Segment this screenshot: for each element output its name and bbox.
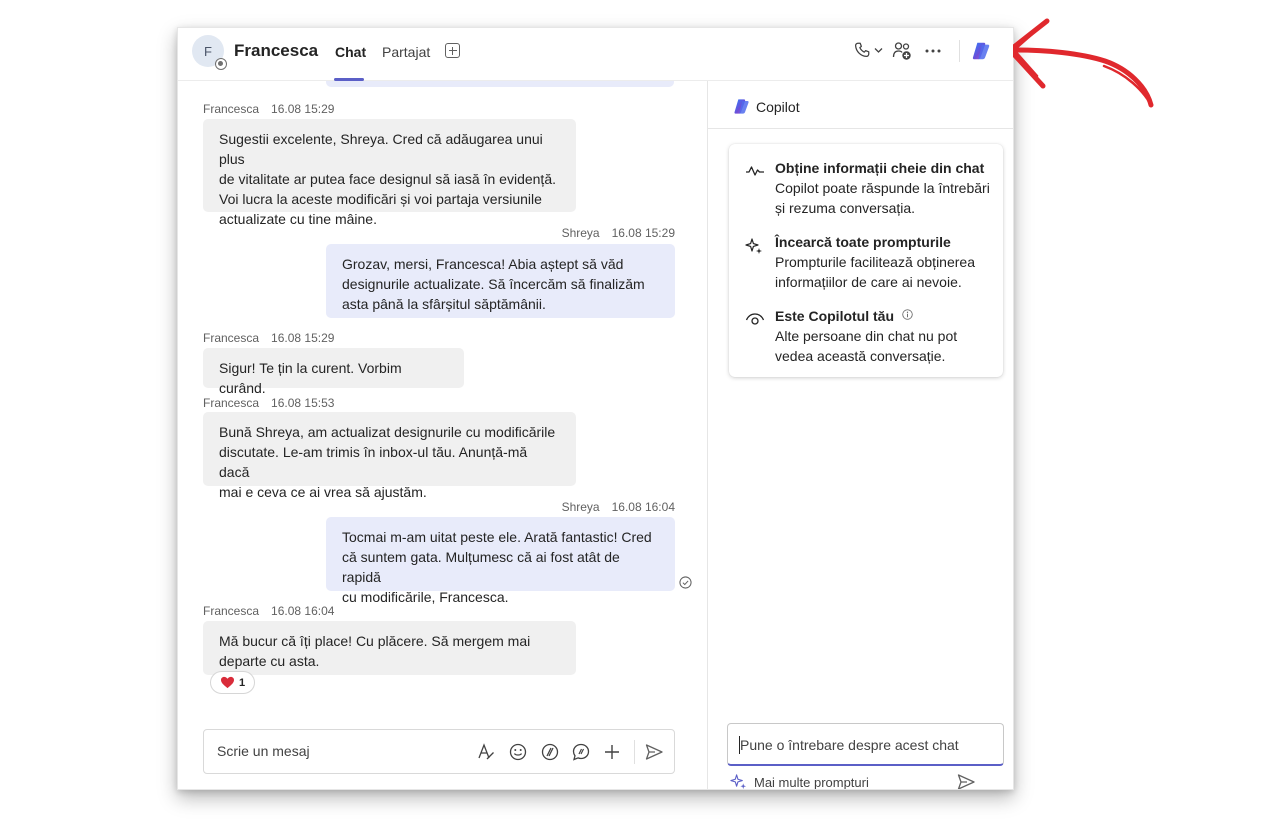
tab-chat[interactable]: Chat <box>335 44 366 60</box>
send-icon[interactable] <box>644 742 664 762</box>
message-time: 16.08 16:04 <box>271 604 335 618</box>
active-tab-indicator <box>334 78 364 81</box>
copilot-chat-icon[interactable] <box>571 742 591 762</box>
message-compose-box[interactable]: Scrie un mesaj <box>203 729 675 774</box>
message-time: 16.08 16:04 <box>611 500 675 514</box>
copilot-send-icon[interactable] <box>956 772 976 790</box>
message-bubble-incoming[interactable]: Mă bucur că îți place! Cu plăcere. Să me… <box>203 621 576 675</box>
format-icon[interactable] <box>476 742 496 762</box>
message-time: 16.08 15:29 <box>271 102 335 116</box>
teams-window: F Francesca Chat Partajat Francesca 16.0… <box>177 27 1014 790</box>
presence-status-icon <box>215 58 227 70</box>
copilot-input-placeholder: Pune o întrebare despre acest chat <box>740 737 959 753</box>
message-bubble-outgoing[interactable]: Tocmai m-am uitat peste ele. Arată fanta… <box>326 517 675 605</box>
reaction-badge[interactable]: 1 <box>210 671 255 694</box>
chevron-down-icon[interactable] <box>874 47 883 54</box>
more-prompts-button[interactable]: Mai multe prompturi <box>754 775 869 789</box>
contact-name[interactable]: Francesca <box>234 41 318 61</box>
message-meta: Shreya 16.08 16:04 <box>562 500 675 514</box>
message-time: 16.08 15:29 <box>611 226 675 240</box>
avatar-initial: F <box>204 43 212 59</box>
tab-shared[interactable]: Partajat <box>382 44 430 60</box>
message-bubble-incoming[interactable]: Bună Shreya, am actualizat designurile c… <box>203 412 576 500</box>
add-icon[interactable] <box>602 742 622 762</box>
reaction-count: 1 <box>238 676 246 689</box>
message-sender: Francesca <box>203 102 260 116</box>
feature-description: Prompturile facilitează obținerea inform… <box>775 254 975 290</box>
compose-divider <box>634 740 635 764</box>
message-time: 16.08 15:29 <box>271 331 335 345</box>
feature-description: Alte persoane din chat nu pot vedea acea… <box>775 328 958 364</box>
copilot-logo-icon <box>734 99 749 114</box>
message-meta: Francesca 16.08 16:04 <box>203 604 334 618</box>
message-time: 16.08 15:53 <box>271 396 335 410</box>
header-divider <box>959 40 960 62</box>
message-input[interactable]: Scrie un mesaj <box>217 743 310 759</box>
copilot-pane: Copilot Obține informații cheie din chat… <box>708 81 1013 790</box>
message-sender: Shreya <box>561 500 600 514</box>
read-receipt-icon <box>679 576 692 589</box>
heart-icon <box>220 676 234 689</box>
avatar[interactable]: F <box>192 35 227 70</box>
copilot-intro-card: Obține informații cheie din chat Copilot… <box>729 144 1003 377</box>
feature-title: Încearcă toate prompturile <box>775 234 951 250</box>
more-icon[interactable] <box>925 49 941 53</box>
annotation-arrow <box>1007 18 1154 108</box>
chat-pane: Francesca 16.08 15:29 Sugestii excelente,… <box>178 78 707 789</box>
eye-icon <box>745 313 765 325</box>
feature-title-text: Este Copilotul tău <box>775 308 894 324</box>
loop-icon[interactable] <box>540 742 560 762</box>
phone-icon[interactable] <box>853 41 871 59</box>
message-sender: Shreya <box>561 226 600 240</box>
copilot-header: Copilot <box>708 81 1013 129</box>
message-bubble-incoming[interactable]: Sigur! Te țin la curent. Vorbim curând. <box>203 348 464 396</box>
feature-description: Copilot poate răspunde la întrebări și r… <box>775 180 990 216</box>
copilot-question-input[interactable]: Pune o întrebare despre acest chat <box>727 723 1004 766</box>
sparkle-icon <box>745 238 762 254</box>
activity-icon <box>746 166 764 176</box>
message-meta: Francesca 16.08 15:53 <box>203 396 334 410</box>
message-meta: Francesca 16.08 15:29 <box>203 102 334 116</box>
message-bubble-outgoing[interactable]: Grozav, mersi, Francesca! Abia aștept să… <box>326 244 675 318</box>
chat-header: F Francesca Chat Partajat <box>178 28 1013 81</box>
copilot-icon[interactable] <box>970 40 992 62</box>
feature-title: Este Copilotul tău <box>775 306 913 326</box>
message-sender: Francesca <box>203 331 260 345</box>
message-meta: Shreya 16.08 15:29 <box>562 226 675 240</box>
people-icon[interactable] <box>892 41 912 61</box>
message-sender: Francesca <box>203 604 260 618</box>
message-meta: Francesca 16.08 15:29 <box>203 331 334 345</box>
info-icon[interactable] <box>902 309 913 320</box>
sparkle-icon[interactable] <box>730 773 747 790</box>
message-bubble-incoming[interactable]: Sugestii excelente, Shreya. Cred că adău… <box>203 119 576 227</box>
feature-title: Obține informații cheie din chat <box>775 160 985 176</box>
message-sender: Francesca <box>203 396 260 410</box>
emoji-icon[interactable] <box>508 742 528 762</box>
copilot-title: Copilot <box>756 99 800 115</box>
add-tab-icon[interactable] <box>445 43 460 58</box>
